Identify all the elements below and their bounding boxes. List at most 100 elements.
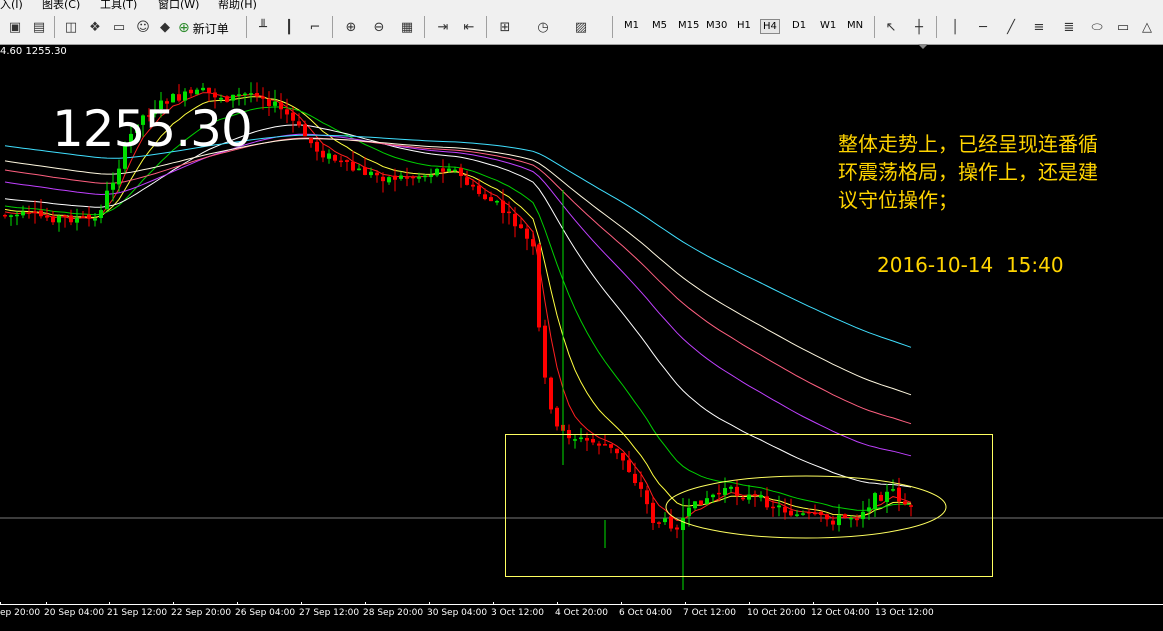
candle-body: [669, 516, 673, 529]
axis-label: 10 Oct 20:00: [747, 608, 806, 618]
candle-body: [447, 168, 451, 172]
timeframe-d1[interactable]: D1: [790, 19, 808, 32]
menu-item[interactable]: 图表(C): [42, 0, 80, 10]
cursor-icon[interactable]: ↖: [880, 16, 902, 38]
tile-windows-icon[interactable]: ▦: [396, 16, 418, 38]
time-axis: ep 20:00 20 Sep 04:00 21 Sep 12:00 22 Sep 2…: [0, 602, 1163, 631]
timeframe-m15[interactable]: M15: [676, 19, 701, 32]
line-chart-icon[interactable]: ⌐: [304, 16, 326, 38]
annotation-line: 整体走势上，已经呈现连番循: [838, 132, 1098, 156]
candle-body: [255, 93, 259, 97]
horizontal-line-icon[interactable]: ─: [972, 16, 994, 38]
candle-body: [99, 210, 103, 219]
axis-label: ep 20:00: [0, 608, 41, 618]
candle-body: [237, 94, 241, 96]
candle-body: [795, 514, 799, 516]
moving-average-line: [4, 138, 912, 396]
ellipse-icon[interactable]: ⬭: [1086, 16, 1108, 38]
candle-body: [783, 506, 787, 513]
rectangle-icon[interactable]: ▭: [1112, 16, 1134, 38]
candle-body: [387, 177, 391, 183]
candle-body: [753, 494, 757, 496]
vertical-line-icon[interactable]: │: [944, 16, 966, 38]
zoom-out-icon[interactable]: ⊖: [368, 16, 390, 38]
crosshair-icon[interactable]: ┼: [908, 16, 930, 38]
experts-icon[interactable]: ☺: [132, 16, 154, 38]
candle-body: [39, 210, 43, 217]
candle-body: [51, 216, 55, 223]
annotation-line: 环震荡格局，操作上，还是建: [838, 160, 1098, 184]
candle-body: [909, 505, 913, 507]
menu-item[interactable]: 帮助(H): [218, 0, 257, 10]
templates-icon[interactable]: ▨: [570, 16, 592, 38]
menu-item[interactable]: 窗口(W): [158, 0, 199, 10]
candle-body: [735, 486, 739, 496]
market-watch-icon[interactable]: ◫: [60, 16, 82, 38]
timeframe-mn[interactable]: MN: [845, 19, 865, 32]
axis-label: 28 Sep 20:00: [363, 608, 424, 618]
triangle-icon[interactable]: △: [1136, 16, 1158, 38]
candle-body: [729, 486, 733, 489]
candle-body: [243, 93, 247, 96]
candle-body: [9, 215, 13, 217]
candle-body: [693, 501, 697, 509]
candle-body: [633, 473, 637, 483]
timeframe-m5[interactable]: M5: [650, 19, 669, 32]
chart-shift-icon[interactable]: ⇤: [458, 16, 480, 38]
candle-body: [801, 513, 805, 515]
candle-body: [591, 438, 595, 443]
text-icon[interactable]: ≣: [1058, 16, 1080, 38]
axis-tick: [685, 602, 686, 605]
analysis-annotation: 整体走势上，已经呈现连番循 环震荡格局，操作上，还是建 议守位操作；: [838, 130, 1158, 214]
autoscroll-icon[interactable]: ⇥: [432, 16, 454, 38]
candle-body: [765, 496, 769, 508]
trendline-icon[interactable]: ╱: [1000, 16, 1022, 38]
candle-body: [33, 211, 37, 213]
candle-body: [651, 502, 655, 523]
zoom-in-icon[interactable]: ⊕: [340, 16, 362, 38]
candle-body: [747, 494, 751, 500]
candle-body: [573, 439, 577, 441]
candle-body: [297, 121, 301, 126]
candlestick-icon[interactable]: ┃: [278, 16, 300, 38]
bar-chart-icon[interactable]: ╨: [252, 16, 274, 38]
annotation-timestamp: 2016-10-14 15:40: [877, 253, 1064, 277]
timeframe-h4[interactable]: H4: [760, 19, 780, 34]
candle-body: [609, 444, 613, 448]
menu-item[interactable]: 工具(T): [100, 0, 137, 10]
timeframe-w1[interactable]: W1: [818, 19, 838, 32]
timeframe-h1[interactable]: H1: [735, 19, 753, 32]
candle-body: [549, 377, 553, 410]
new-order-button[interactable]: ⊕ 新订单: [178, 18, 229, 38]
chart-shift-marker: [918, 44, 928, 49]
timeframe-m1[interactable]: M1: [622, 19, 641, 32]
new-chart-icon[interactable]: ▣: [4, 16, 26, 38]
autotrading-icon[interactable]: ◆: [154, 16, 176, 38]
axis-label: 21 Sep 12:00: [107, 608, 168, 618]
fibonacci-icon[interactable]: ≡: [1028, 16, 1050, 38]
axis-label: 26 Sep 04:00: [235, 608, 296, 618]
timeframe-m30[interactable]: M30: [704, 19, 729, 32]
candle-body: [705, 498, 709, 504]
navigator-icon[interactable]: ❖: [84, 16, 106, 38]
candle-body: [513, 213, 517, 227]
candle-body: [585, 437, 589, 441]
axis-tick: [301, 602, 302, 605]
menu-item[interactable]: 入(I): [0, 0, 23, 10]
consolidation-rectangle: [505, 434, 993, 577]
candle-body: [351, 161, 355, 171]
candle-body: [741, 497, 745, 500]
indicators-icon[interactable]: ⊞: [494, 16, 516, 38]
candle-body: [393, 175, 397, 180]
candle-body: [885, 491, 889, 502]
periods-icon[interactable]: ◷: [532, 16, 554, 38]
candle-body: [291, 112, 295, 121]
profiles-icon[interactable]: ▤: [28, 16, 50, 38]
candle-body: [525, 228, 529, 239]
candle-body: [321, 150, 325, 158]
terminal-icon[interactable]: ▭: [108, 16, 130, 38]
candle-body: [15, 214, 19, 217]
axis-label: 20 Sep 04:00: [44, 608, 105, 618]
price-header: 4.60 1255.30: [0, 46, 67, 57]
candle-body: [441, 168, 445, 172]
